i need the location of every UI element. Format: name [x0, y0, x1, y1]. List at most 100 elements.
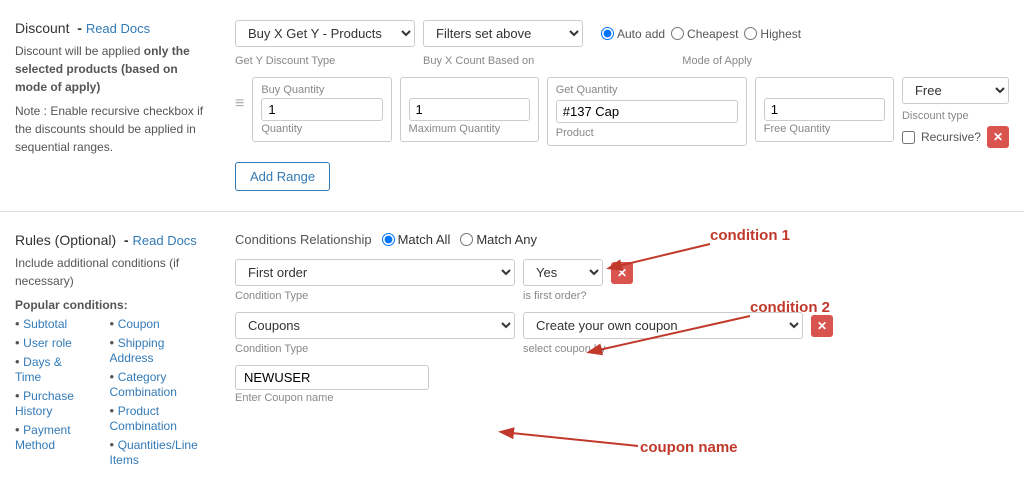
condition2-type-dropdown[interactable]: Coupons	[235, 312, 515, 339]
shipping-address-link[interactable]: Shipping Address	[110, 336, 165, 365]
condition2-block: Coupons Create your own coupon ✕ Conditi…	[235, 312, 1009, 404]
get-qty-title: Get Quantity	[556, 84, 738, 96]
free-qty-sublabel: Free Quantity	[764, 123, 885, 135]
desc-line1: Discount will be applied	[15, 44, 144, 58]
highest-radio-label[interactable]: Highest	[744, 27, 801, 41]
match-any-radio[interactable]	[460, 233, 473, 246]
condition2-delete-button[interactable]: ✕	[811, 315, 833, 337]
condition1-sublabels: Condition Type is first order?	[235, 290, 1009, 302]
free-quantity-group: . Free Quantity	[755, 77, 894, 142]
condition2-sublabels: Condition Type select coupon by	[235, 343, 1009, 355]
recursive-checkbox[interactable]	[902, 131, 915, 144]
popular-conditions-list: Subtotal User role Days & Time Purchase …	[15, 316, 205, 471]
get-quantity-box: Get Quantity Product	[547, 77, 747, 146]
discount-type-sublabel: Discount type	[902, 110, 1009, 122]
highest-radio[interactable]	[744, 27, 757, 40]
discount-read-docs-link[interactable]: Read Docs	[86, 21, 150, 36]
left-links-list: Subtotal User role Days & Time Purchase …	[15, 316, 90, 471]
match-any-text: Match Any	[476, 232, 537, 247]
product-combination-link[interactable]: Product Combination	[110, 404, 177, 433]
max-qty-input[interactable]	[409, 98, 530, 121]
rules-read-docs-link[interactable]: Read Docs	[133, 233, 197, 248]
condition1-secondary-dropdown[interactable]: Yes	[523, 259, 603, 286]
coupon-name-input[interactable]	[235, 365, 429, 390]
buy-x-get-y-dropdown[interactable]: Buy X Get Y - Products	[235, 20, 415, 47]
condition2-secondary-label: select coupon by	[523, 343, 606, 355]
annotation3-arrow	[502, 432, 638, 446]
rules-section: Rules (Optional) - Read Docs Include add…	[0, 212, 1024, 491]
discount-title: Discount - Read Docs	[15, 20, 205, 36]
conditions-relationship: Conditions Relationship Match All Match …	[235, 232, 1009, 247]
discount-type-dropdown[interactable]: Free	[902, 77, 1009, 104]
payment-method-link[interactable]: Payment Method	[15, 423, 71, 452]
match-any-label[interactable]: Match Any	[460, 232, 537, 247]
buy-quantity-group: Buy Quantity Quantity	[252, 77, 391, 142]
discount-sublabel-row: Get Y Discount Type Buy X Count Based on…	[235, 55, 1009, 67]
auto-add-label: Auto add	[617, 27, 665, 41]
buy-qty-input[interactable]	[261, 98, 382, 121]
right-condition-links: Coupon Shipping Address Category Combina…	[110, 316, 205, 467]
condition2-type-label: Condition Type	[235, 343, 515, 355]
buy-x-sublabel: Buy X Count Based on	[423, 55, 534, 67]
subtotal-link[interactable]: Subtotal	[23, 317, 67, 331]
discount-top-controls: Buy X Get Y - Products Filters set above…	[235, 20, 1009, 47]
days-time-link[interactable]: Days & Time	[15, 355, 62, 384]
quantities-line-items-link[interactable]: Quantities/Line Items	[110, 438, 198, 467]
condition1-row: First order Yes ✕	[235, 259, 1009, 286]
discount-title-text: Discount	[15, 20, 69, 36]
delete-range-button[interactable]: ✕	[987, 126, 1009, 148]
cheapest-radio[interactable]	[671, 27, 684, 40]
recursive-label: Recursive?	[921, 130, 981, 144]
mode-sublabel: Mode of Apply	[682, 55, 752, 67]
match-all-text: Match All	[398, 232, 451, 247]
auto-add-radio-label[interactable]: Auto add	[601, 27, 665, 41]
discount-type-box: Free Discount type Recursive? ✕	[902, 77, 1009, 148]
discount-section: Discount - Read Docs Discount will be ap…	[0, 0, 1024, 212]
rules-description: Include additional conditions (if necess…	[15, 254, 205, 290]
popular-label: Popular conditions:	[15, 298, 205, 312]
condition2-secondary-dropdown[interactable]: Create your own coupon	[523, 312, 803, 339]
rules-right-panel: condition 1 condition 2 coupon name Cond…	[220, 222, 1024, 481]
conditions-rel-label: Conditions Relationship	[235, 232, 372, 247]
product-input[interactable]	[556, 100, 738, 123]
coupon-name-row: Enter Coupon name	[235, 365, 1009, 404]
rules-title-text: Rules (Optional)	[15, 232, 116, 248]
condition1-type-dropdown[interactable]: First order	[235, 259, 515, 286]
match-all-label[interactable]: Match All	[382, 232, 451, 247]
purchase-history-link[interactable]: Purchase History	[15, 389, 74, 418]
condition1-block: First order Yes ✕ Condition Type is firs…	[235, 259, 1009, 302]
product-sublabel: Product	[556, 127, 738, 139]
mode-of-apply-group: Auto add Cheapest Highest	[601, 27, 801, 41]
coupon-link[interactable]: Coupon	[118, 317, 160, 331]
condition1-secondary-label: is first order?	[523, 290, 587, 302]
range-row: ≡ Buy Quantity Quantity . Maximum Quanti…	[235, 77, 1009, 148]
user-role-link[interactable]: User role	[23, 336, 72, 350]
buy-qty-label: Buy Quantity	[261, 84, 382, 96]
filters-dropdown[interactable]: Filters set above	[423, 20, 583, 47]
free-qty-input[interactable]	[764, 98, 885, 121]
discount-note: Note : Enable recursive checkbox if the …	[15, 102, 205, 156]
drag-handle-icon[interactable]: ≡	[235, 77, 244, 113]
cheapest-radio-label[interactable]: Cheapest	[671, 27, 738, 41]
max-quantity-sublabel: Maximum Quantity	[409, 123, 530, 135]
right-links-list: Coupon Shipping Address Category Combina…	[110, 316, 205, 471]
add-range-button[interactable]: Add Range	[235, 162, 330, 191]
discount-description: Discount will be applied only the select…	[15, 42, 205, 96]
auto-add-radio[interactable]	[601, 27, 614, 40]
page-wrapper: Discount - Read Docs Discount will be ap…	[0, 0, 1024, 500]
discount-right-panel: Buy X Get Y - Products Filters set above…	[220, 10, 1024, 201]
condition2-row: Coupons Create your own coupon ✕	[235, 312, 1009, 339]
quantity-sublabel: Quantity	[261, 123, 382, 135]
discount-left-panel: Discount - Read Docs Discount will be ap…	[0, 10, 220, 201]
rules-title: Rules (Optional) - Read Docs	[15, 232, 205, 248]
recursive-row: Recursive? ✕	[902, 126, 1009, 148]
category-combination-link[interactable]: Category Combination	[110, 370, 177, 399]
match-all-radio[interactable]	[382, 233, 395, 246]
max-quantity-group: . Maximum Quantity	[400, 77, 539, 142]
coupon-name-label: Enter Coupon name	[235, 392, 1009, 404]
get-y-sublabel: Get Y Discount Type	[235, 55, 415, 67]
condition1-delete-button[interactable]: ✕	[611, 262, 633, 284]
highest-label: Highest	[760, 27, 801, 41]
condition1-type-label: Condition Type	[235, 290, 515, 302]
annotation3-text: coupon name	[640, 439, 738, 456]
